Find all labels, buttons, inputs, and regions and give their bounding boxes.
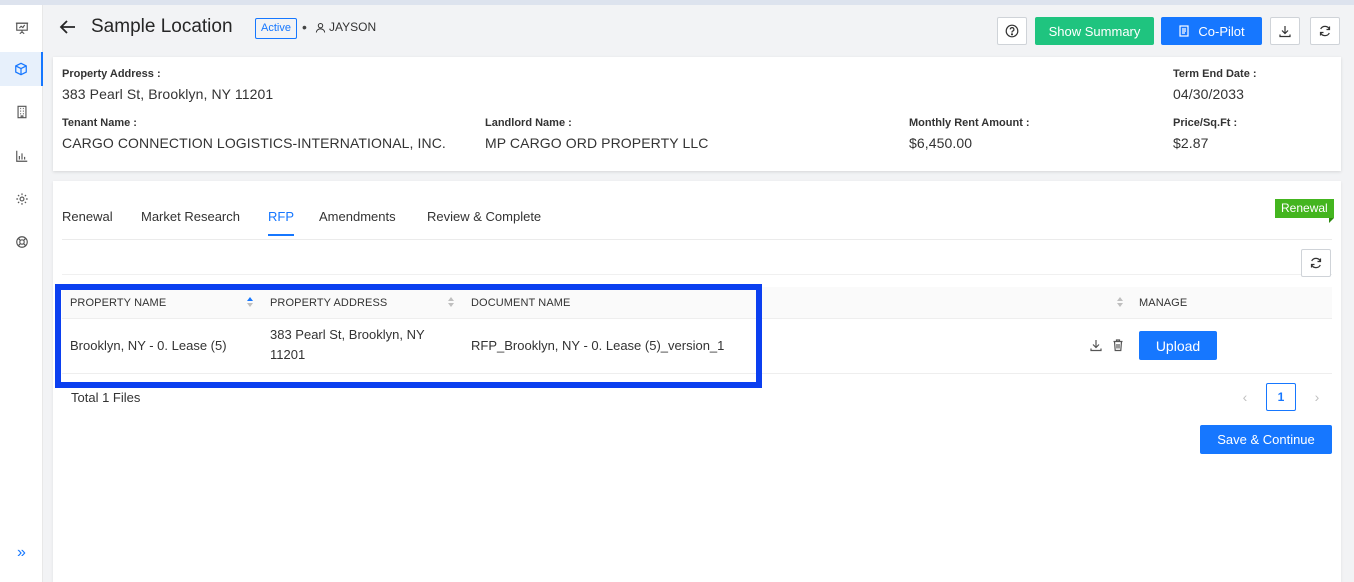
tab-renewal[interactable]: Renewal xyxy=(62,209,113,234)
sidebar-item-settings[interactable] xyxy=(0,182,43,216)
stage-ribbon: Renewal xyxy=(1275,199,1334,223)
sidebar-item-support[interactable] xyxy=(0,225,43,259)
table-refresh-button[interactable] xyxy=(1301,249,1331,277)
sidebar-item-dashboard[interactable] xyxy=(0,11,43,45)
building-icon xyxy=(16,105,27,119)
assigned-user: JAYSON xyxy=(315,20,376,34)
prev-page-button[interactable]: ‹ xyxy=(1231,383,1259,411)
landlord-value: MP CARGO ORD PROPERTY LLC xyxy=(485,135,709,151)
lease-info-card: Property Address : 383 Pearl St, Brookly… xyxy=(53,57,1341,171)
sidebar-item-reports[interactable] xyxy=(0,139,43,173)
page-title: Sample Location xyxy=(91,16,233,37)
term-end-label: Term End Date : xyxy=(1173,68,1257,80)
delete-icon[interactable] xyxy=(1111,338,1125,352)
sort-icon[interactable] xyxy=(1116,296,1124,308)
bar-chart-icon xyxy=(15,150,27,162)
table-row: Brooklyn, NY - 0. Lease (5) 383 Pearl St… xyxy=(62,319,1332,374)
copilot-label: Co-Pilot xyxy=(1198,23,1245,39)
status-badge: Active xyxy=(255,18,297,39)
cell-address-line1: 383 Pearl St, Brooklyn, NY xyxy=(270,327,425,342)
page-1-button[interactable]: 1 xyxy=(1266,383,1296,411)
column-property-name: PROPERTY NAME xyxy=(70,297,167,309)
download-icon[interactable] xyxy=(1089,338,1103,352)
column-manage: MANAGE xyxy=(1139,297,1188,309)
gear-icon xyxy=(15,193,28,205)
monthly-rent-field: Monthly Rent Amount : $6,450.00 xyxy=(909,117,1030,151)
cell-document-name: RFP_Brooklyn, NY - 0. Lease (5)_version_… xyxy=(471,338,725,353)
cell-address-line2: 11201 xyxy=(270,347,306,362)
tab-market-research[interactable]: Market Research xyxy=(141,209,240,234)
presentation-icon xyxy=(15,22,28,35)
refresh-icon xyxy=(1310,257,1322,269)
refresh-button[interactable] xyxy=(1310,17,1340,45)
property-address-value: 383 Pearl St, Brooklyn, NY 11201 xyxy=(62,86,274,102)
price-sqft-value: $2.87 xyxy=(1173,135,1209,151)
tab-amendments[interactable]: Amendments xyxy=(319,209,396,234)
save-continue-button[interactable]: Save & Continue xyxy=(1200,425,1332,454)
table-header: PROPERTY NAME PROPERTY ADDRESS DOCUMENT … xyxy=(62,287,1332,319)
column-property-address: PROPERTY ADDRESS xyxy=(270,297,388,309)
separator-dot: • xyxy=(302,19,307,35)
download-icon xyxy=(1279,26,1291,38)
support-icon xyxy=(15,236,28,248)
tab-review-complete[interactable]: Review & Complete xyxy=(427,209,541,234)
price-sqft-field: Price/Sq.Ft : $2.87 xyxy=(1173,117,1237,151)
landlord-label: Landlord Name : xyxy=(485,117,572,129)
cell-property-address: 383 Pearl St, Brooklyn, NY 11201 xyxy=(270,325,425,365)
sort-active-icon[interactable] xyxy=(246,296,254,308)
refresh-icon xyxy=(1319,25,1331,37)
download-button[interactable] xyxy=(1270,17,1300,45)
help-button[interactable] xyxy=(997,17,1027,45)
tenant-field: Tenant Name : CARGO CONNECTION LOGISTICS… xyxy=(62,117,446,151)
tenant-label: Tenant Name : xyxy=(62,117,137,129)
section-divider xyxy=(62,274,1332,275)
cell-property-name: Brooklyn, NY - 0. Lease (5) xyxy=(70,338,227,353)
workflow-card: Renewal Market Research RFP Amendments R… xyxy=(53,181,1341,582)
sidebar: » xyxy=(0,5,43,582)
term-end-value: 04/30/2033 xyxy=(1173,86,1245,102)
property-address-label: Property Address : xyxy=(62,68,161,80)
upload-button[interactable]: Upload xyxy=(1139,331,1217,360)
page-header: Sample Location Active • JAYSON Show Sum… xyxy=(53,5,1341,53)
tab-rfp[interactable]: RFP xyxy=(268,209,294,236)
double-chevron-right-icon[interactable]: » xyxy=(0,544,43,562)
column-document-name: DOCUMENT NAME xyxy=(471,297,571,309)
user-icon xyxy=(315,22,326,33)
term-end-field: Term End Date : 04/30/2033 xyxy=(1173,68,1257,102)
sidebar-item-properties[interactable] xyxy=(0,95,43,129)
property-address-field: Property Address : 383 Pearl St, Brookly… xyxy=(62,68,273,102)
tenant-value: CARGO CONNECTION LOGISTICS-INTERNATIONAL… xyxy=(62,135,446,151)
total-files: Total 1 Files xyxy=(71,390,141,405)
show-summary-button[interactable]: Show Summary xyxy=(1035,17,1154,45)
sidebar-item-leases[interactable] xyxy=(0,52,43,86)
question-circle-icon xyxy=(1005,24,1019,38)
monthly-rent-label: Monthly Rent Amount : xyxy=(909,117,1030,129)
monthly-rent-value: $6,450.00 xyxy=(909,135,973,151)
workflow-tabs: Renewal Market Research RFP Amendments R… xyxy=(62,181,1332,240)
user-name: JAYSON xyxy=(329,20,377,34)
copilot-button[interactable]: Co-Pilot xyxy=(1161,17,1262,45)
price-sqft-label: Price/Sq.Ft : xyxy=(1173,117,1238,129)
next-page-button[interactable]: › xyxy=(1303,383,1331,411)
cube-icon xyxy=(14,62,27,76)
landlord-field: Landlord Name : MP CARGO ORD PROPERTY LL… xyxy=(485,117,708,151)
sort-icon[interactable] xyxy=(447,296,455,308)
document-icon xyxy=(1179,25,1189,37)
back-arrow-icon[interactable] xyxy=(58,17,78,37)
